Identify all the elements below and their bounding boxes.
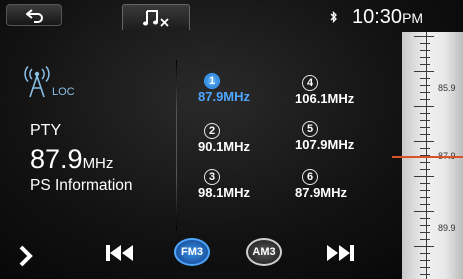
scale-tick xyxy=(420,232,430,233)
scale-tick xyxy=(420,57,430,58)
back-arrow-icon xyxy=(26,9,43,23)
preset-number-badge: 1 xyxy=(204,73,220,89)
scale-label: 85.9 xyxy=(438,83,456,93)
scale-tick xyxy=(420,169,430,170)
scale-tick xyxy=(420,92,430,93)
scale-tick xyxy=(420,113,430,114)
preset-frequency: 87.9MHz xyxy=(295,185,348,200)
scale-tick xyxy=(420,267,430,268)
scale-tick xyxy=(420,43,430,44)
preset-2[interactable]: 2 90.1MHz xyxy=(198,123,288,165)
scale-tick xyxy=(414,71,434,72)
scale-tick xyxy=(420,253,430,254)
preset-3[interactable]: 3 98.1MHz xyxy=(198,169,288,211)
preset-frequency: 106.1MHz xyxy=(295,91,355,106)
scale-tick xyxy=(414,246,434,247)
preset-1[interactable]: 1 87.9MHz xyxy=(198,73,288,115)
scale-tick xyxy=(414,106,434,107)
bluetooth-icon xyxy=(330,11,337,23)
scale-tick xyxy=(420,162,430,163)
preset-number-badge: 3 xyxy=(204,169,220,185)
top-bar: 10:30PM xyxy=(0,0,463,32)
scale-tick xyxy=(414,176,434,177)
clock: 10:30PM xyxy=(352,6,423,29)
scale-tick xyxy=(420,204,430,205)
scale-tick xyxy=(420,225,430,226)
preset-4[interactable]: 4 106.1MHz xyxy=(295,75,385,117)
scale-tick xyxy=(420,120,430,121)
frequency-value: 87.9 xyxy=(30,144,83,174)
clock-ampm: PM xyxy=(402,10,424,26)
music-source-tab[interactable] xyxy=(122,4,190,30)
preset-number-badge: 2 xyxy=(204,123,220,139)
scale-tick xyxy=(420,78,430,79)
scale-tick xyxy=(420,148,430,149)
current-frequency: 87.9MHz xyxy=(30,144,113,175)
pty-label: PTY xyxy=(30,122,62,139)
radio-screen: 10:30PM LOC PTY 87.9MHz PS Information 1… xyxy=(0,0,463,279)
chevron-right-icon[interactable] xyxy=(14,242,38,270)
divider xyxy=(176,60,177,230)
scale-tick xyxy=(414,36,434,37)
preset-frequency: 107.9MHz xyxy=(295,137,355,152)
preset-frequency: 87.9MHz xyxy=(198,89,251,104)
scale-tick xyxy=(420,85,430,86)
preset-number-badge: 6 xyxy=(302,169,318,185)
scale-tick xyxy=(420,190,430,191)
clock-time: 10:30 xyxy=(352,6,403,28)
preset-frequency: 98.1MHz xyxy=(198,185,251,200)
scale-tick xyxy=(420,183,430,184)
scale-tick xyxy=(420,197,430,198)
antenna-icon xyxy=(24,66,50,98)
tuner-needle xyxy=(392,156,463,158)
back-button[interactable] xyxy=(6,4,62,26)
scale-tick xyxy=(420,127,430,128)
ps-information: PS Information xyxy=(30,177,133,194)
skip-back-icon[interactable] xyxy=(104,244,136,262)
am-band-button[interactable]: AM3 xyxy=(246,238,282,266)
scale-tick xyxy=(420,274,430,275)
preset-frequency: 90.1MHz xyxy=(198,139,251,154)
skip-forward-icon[interactable] xyxy=(324,244,356,262)
scale-tick xyxy=(420,260,430,261)
scale-tick xyxy=(420,218,430,219)
scale-label: 89.9 xyxy=(438,223,456,233)
music-mute-icon xyxy=(143,10,169,27)
scale-tick xyxy=(420,64,430,65)
preset-number-badge: 5 xyxy=(302,121,318,137)
preset-number-badge: 4 xyxy=(302,75,318,91)
scale-tick xyxy=(420,239,430,240)
frequency-unit: MHz xyxy=(82,155,114,172)
preset-6[interactable]: 6 87.9MHz xyxy=(295,169,385,211)
scale-tick xyxy=(420,99,430,100)
loc-label: LOC xyxy=(52,86,75,98)
scale-tick xyxy=(420,50,430,51)
fm-band-button[interactable]: FM3 xyxy=(174,238,210,266)
scale-tick xyxy=(414,211,434,212)
scale-tick xyxy=(420,134,430,135)
scale-tick xyxy=(414,141,434,142)
preset-5[interactable]: 5 107.9MHz xyxy=(295,121,385,163)
status-area: 10:30PM xyxy=(320,4,463,30)
